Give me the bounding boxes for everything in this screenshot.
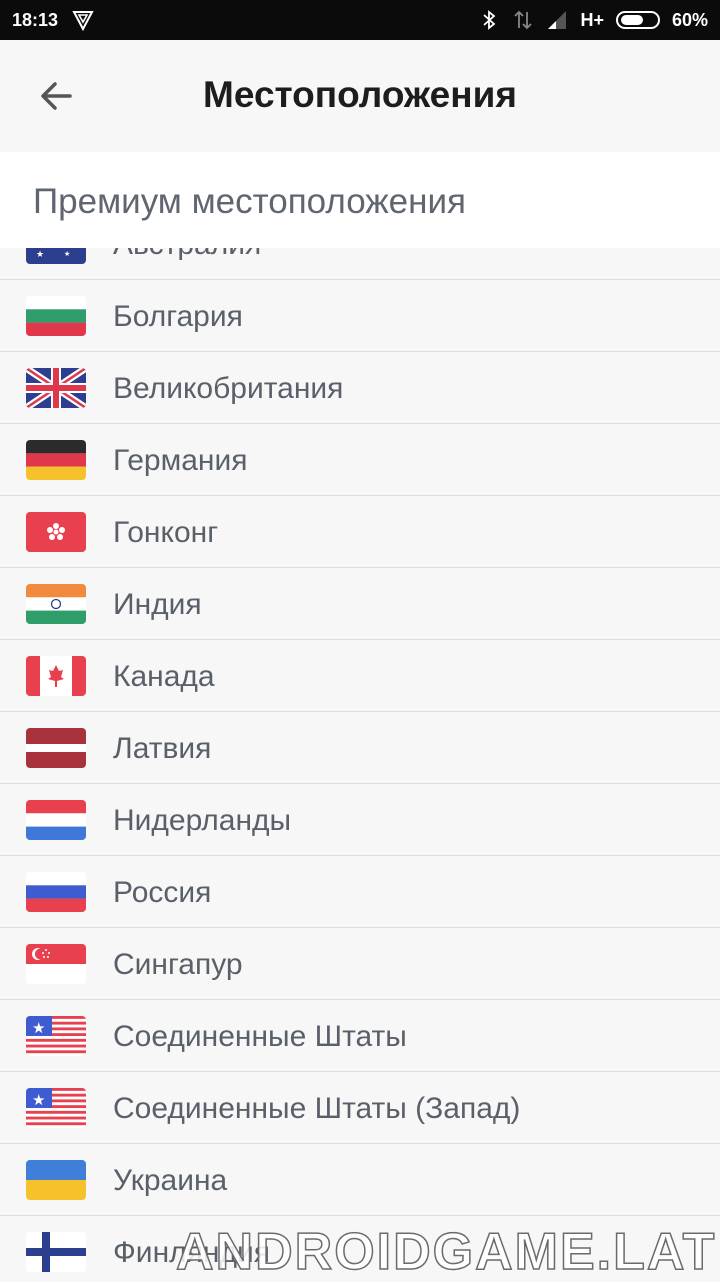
location-label: Германия <box>113 444 248 477</box>
flag-fi-icon <box>26 1232 86 1272</box>
flag-bg-icon <box>26 296 86 336</box>
location-label: Россия <box>113 876 212 909</box>
status-time: 18:13 <box>12 9 59 30</box>
location-label: Латвия <box>113 732 212 765</box>
flag-ru-icon <box>26 872 86 912</box>
location-row[interactable]: Латвия <box>0 712 720 784</box>
flag-us-icon: ★ <box>26 1016 86 1056</box>
location-row[interactable]: Великобритания <box>0 352 720 424</box>
location-row[interactable]: ★ Соединенные Штаты <box>0 1000 720 1072</box>
svg-text:★: ★ <box>64 250 70 258</box>
status-bar: 18:13 H+ 60% <box>0 0 720 40</box>
location-row[interactable]: ★ Соединенные Штаты (Запад) <box>0 1072 720 1144</box>
location-label: Нидерланды <box>113 804 292 837</box>
location-row[interactable]: Сингапур <box>0 928 720 1000</box>
location-row[interactable]: Германия <box>0 424 720 496</box>
flag-hk-icon <box>26 512 86 552</box>
location-label: Сингапур <box>113 948 243 981</box>
network-type: H+ <box>580 9 604 30</box>
location-row[interactable]: Канада <box>0 640 720 712</box>
flag-sg-icon <box>26 944 86 984</box>
location-label: Соединенные Штаты <box>113 1020 407 1053</box>
flag-in-icon <box>26 584 86 624</box>
location-row[interactable]: Нидерланды <box>0 784 720 856</box>
watermark-text: ANDROIDGAME.LAT <box>175 1222 717 1282</box>
location-row[interactable]: Украина <box>0 1144 720 1216</box>
app-bar: Местоположения <box>0 40 720 152</box>
signal-icon <box>546 9 568 31</box>
location-row[interactable]: Гонконг <box>0 496 720 568</box>
location-row[interactable]: Россия <box>0 856 720 928</box>
location-label: Украина <box>113 1164 228 1197</box>
svg-text:★: ★ <box>32 1092 45 1109</box>
vpn-shield-icon <box>72 9 94 32</box>
flag-lv-icon <box>26 728 86 768</box>
section-title: Премиум местоположения <box>33 182 466 221</box>
location-label: Соединенные Штаты (Запад) <box>113 1092 521 1125</box>
page-title: Местоположения <box>203 74 517 115</box>
location-label: Австралия <box>113 248 261 262</box>
section-header: Премиум местоположения <box>0 152 720 248</box>
data-transfer-icon <box>512 9 534 31</box>
location-label: Великобритания <box>113 372 344 405</box>
location-label: Болгария <box>113 300 243 333</box>
location-label: Канада <box>113 660 215 693</box>
svg-text:★: ★ <box>36 249 44 259</box>
flag-nl-icon <box>26 800 86 840</box>
flag-au-icon: ★ ★★ ★★ <box>26 248 86 264</box>
flag-de-icon <box>26 440 86 480</box>
location-row[interactable]: Болгария <box>0 280 720 352</box>
svg-text:★: ★ <box>32 1020 45 1037</box>
flag-us-icon: ★ <box>26 1088 86 1128</box>
flag-gb-icon <box>26 368 86 408</box>
bluetooth-icon <box>478 9 500 31</box>
location-list[interactable]: ★ ★★ ★★АвстралияБолгария ВеликобританияГ… <box>0 248 720 1280</box>
battery-percent: 60% <box>671 9 708 30</box>
flag-ca-icon <box>26 656 86 696</box>
location-row[interactable]: Индия <box>0 568 720 640</box>
location-row[interactable]: ★ ★★ ★★Австралия <box>0 248 720 280</box>
battery-icon <box>615 11 660 29</box>
flag-ua-icon <box>26 1160 86 1200</box>
location-label: Гонконг <box>113 516 219 549</box>
location-label: Индия <box>113 588 202 621</box>
